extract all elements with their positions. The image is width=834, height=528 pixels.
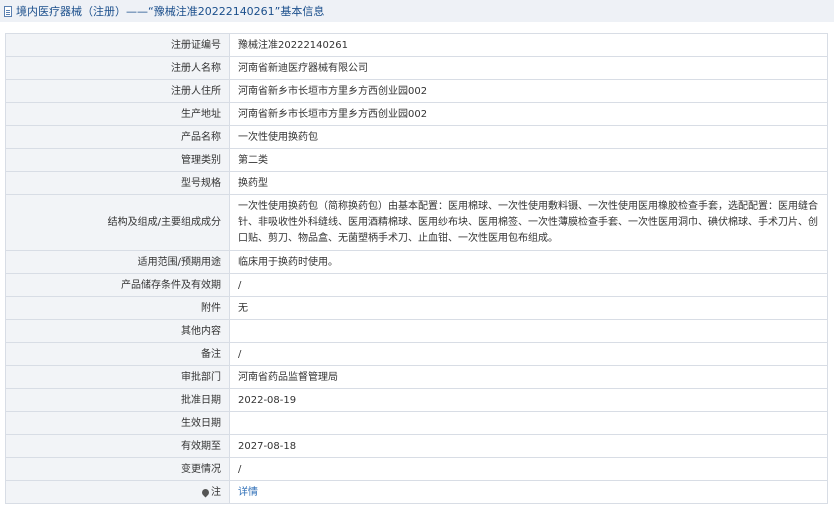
document-icon — [4, 5, 12, 17]
table-row: 注册人住所 河南省新乡市长垣市方里乡方西创业园002 — [5, 79, 828, 103]
table-row: 生效日期 — [5, 411, 828, 435]
field-label: 结构及组成/主要组成成分 — [5, 194, 230, 251]
field-value: 临床用于换药时使用。 — [229, 250, 828, 274]
table-row: 结构及组成/主要组成成分 一次性使用换药包（简称换药包）由基本配置：医用棉球、一… — [5, 194, 828, 251]
field-value — [229, 411, 828, 435]
field-value: 河南省新乡市长垣市方里乡方西创业园002 — [229, 102, 828, 126]
field-label: 产品名称 — [5, 125, 230, 149]
note-value-cell: 详情 — [229, 480, 828, 504]
note-label: 注 — [211, 486, 221, 498]
field-label: 生效日期 — [5, 411, 230, 435]
field-label: 变更情况 — [5, 457, 230, 481]
field-value: 换药型 — [229, 171, 828, 195]
details-link[interactable]: 详情 — [238, 487, 258, 498]
table-row: 型号规格 换药型 — [5, 171, 828, 195]
table-row-note: 注 详情 — [5, 480, 828, 504]
table-row: 生产地址 河南省新乡市长垣市方里乡方西创业园002 — [5, 102, 828, 126]
table-row: 注册人名称 河南省新迪医疗器械有限公司 — [5, 56, 828, 80]
field-value: 一次性使用换药包（简称换药包）由基本配置：医用棉球、一次性使用敷料镊、一次性使用… — [229, 194, 828, 251]
field-label: 注册人名称 — [5, 56, 230, 80]
pin-icon — [200, 487, 211, 497]
table-row: 有效期至 2027-08-18 — [5, 434, 828, 458]
field-label: 附件 — [5, 296, 230, 320]
field-value — [229, 319, 828, 343]
field-value: 一次性使用换药包 — [229, 125, 828, 149]
table-row: 注册证编号 豫械注准20222140261 — [5, 33, 828, 57]
field-value: 河南省新乡市长垣市方里乡方西创业园002 — [229, 79, 828, 103]
table-row: 适用范围/预期用途 临床用于换药时使用。 — [5, 250, 828, 274]
field-value: / — [229, 342, 828, 366]
field-value: 2022-08-19 — [229, 388, 828, 412]
table-row: 变更情况 / — [5, 457, 828, 481]
field-value: 无 — [229, 296, 828, 320]
field-label: 生产地址 — [5, 102, 230, 126]
field-value: / — [229, 273, 828, 297]
field-value: 第二类 — [229, 148, 828, 172]
field-label: 备注 — [5, 342, 230, 366]
field-label: 审批部门 — [5, 365, 230, 389]
field-label: 有效期至 — [5, 434, 230, 458]
field-value: / — [229, 457, 828, 481]
field-value: 2027-08-18 — [229, 434, 828, 458]
table-row: 批准日期 2022-08-19 — [5, 388, 828, 412]
info-table: 注册证编号 豫械注准20222140261 注册人名称 河南省新迪医疗器械有限公… — [5, 33, 828, 504]
field-label: 管理类别 — [5, 148, 230, 172]
field-label: 其他内容 — [5, 319, 230, 343]
table-row: 备注 / — [5, 342, 828, 366]
field-value: 河南省药品监督管理局 — [229, 365, 828, 389]
field-value: 豫械注准20222140261 — [229, 33, 828, 57]
table-row: 产品储存条件及有效期 / — [5, 273, 828, 297]
table-row: 管理类别 第二类 — [5, 148, 828, 172]
field-value: 河南省新迪医疗器械有限公司 — [229, 56, 828, 80]
info-sheet: 注册证编号 豫械注准20222140261 注册人名称 河南省新迪医疗器械有限公… — [5, 33, 828, 504]
field-label: 型号规格 — [5, 171, 230, 195]
field-label: 注册人住所 — [5, 79, 230, 103]
field-label: 注册证编号 — [5, 33, 230, 57]
page-title: 境内医疗器械（注册）——“豫械注准20222140261”基本信息 — [16, 5, 325, 18]
field-label: 批准日期 — [5, 388, 230, 412]
table-row: 附件 无 — [5, 296, 828, 320]
field-label: 产品储存条件及有效期 — [5, 273, 230, 297]
table-row: 其他内容 — [5, 319, 828, 343]
table-row: 审批部门 河南省药品监督管理局 — [5, 365, 828, 389]
note-label-cell: 注 — [5, 480, 230, 504]
field-label: 适用范围/预期用途 — [5, 250, 230, 274]
table-row: 产品名称 一次性使用换药包 — [5, 125, 828, 149]
page-header: 境内医疗器械（注册）——“豫械注准20222140261”基本信息 — [0, 0, 834, 22]
